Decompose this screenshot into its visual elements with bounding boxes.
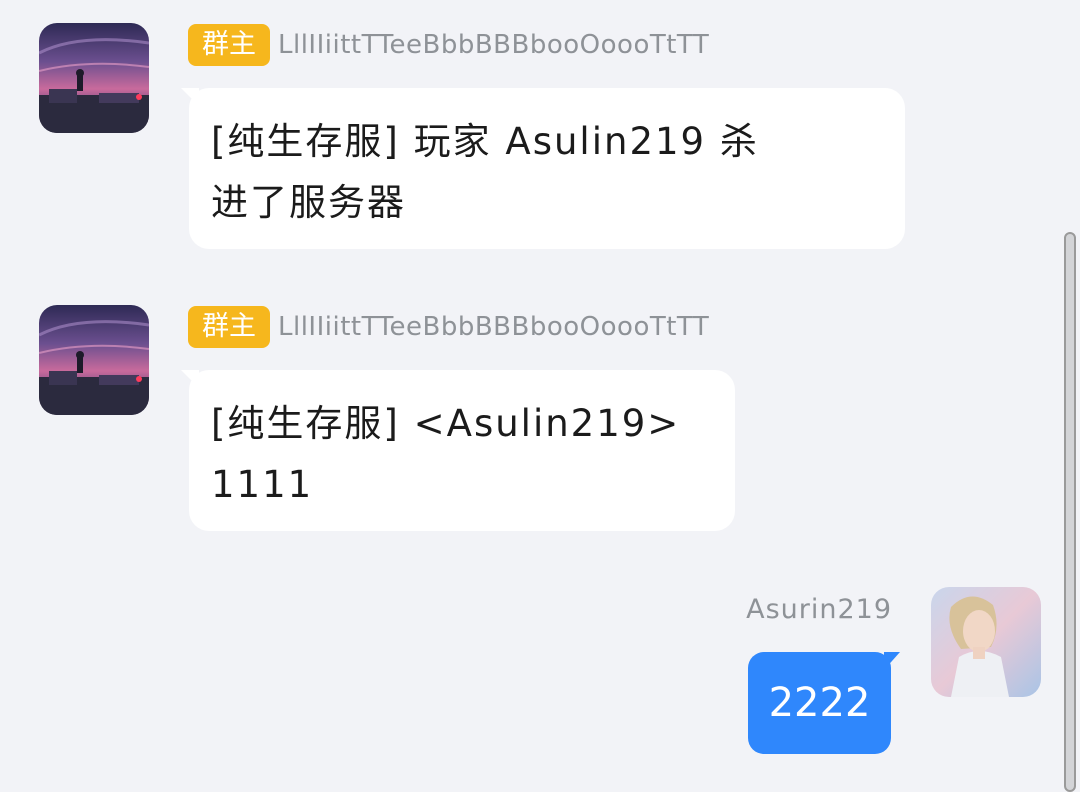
sender-nickname[interactable]: LllIIiittTTeeBbbBBBbooOoooTtTT bbox=[278, 30, 709, 60]
sender-nickname[interactable]: LllIIiittTTeeBbbBBBbooOoooTtTT bbox=[278, 312, 709, 342]
message-bubble[interactable]: [纯生存服] 玩家 Asulin219 杀 进了服务器 bbox=[189, 88, 905, 249]
owner-badge: 群主 bbox=[188, 24, 270, 66]
owner-badge: 群主 bbox=[188, 306, 270, 348]
self-message-bubble[interactable]: 2222 bbox=[748, 652, 891, 754]
sender-avatar[interactable] bbox=[39, 23, 149, 133]
message-bubble[interactable]: [纯生存服] <Asulin219> 1111 bbox=[189, 370, 735, 531]
message-text-line: [纯生存服] <Asulin219> bbox=[211, 402, 681, 445]
message-text-line: 1111 bbox=[211, 463, 314, 506]
sender-meta: 群主 LllIIiittTTeeBbbBBBbooOoooTtTT bbox=[188, 24, 709, 66]
self-avatar[interactable] bbox=[931, 587, 1041, 697]
scrollbar[interactable] bbox=[1064, 232, 1076, 792]
sender-avatar[interactable] bbox=[39, 305, 149, 415]
self-nickname: Asurin219 bbox=[746, 594, 892, 625]
self-message-text: 2222 bbox=[768, 680, 871, 726]
message-text-line: [纯生存服] 玩家 Asulin219 杀 bbox=[211, 120, 759, 163]
message-text-line: 进了服务器 bbox=[211, 181, 406, 224]
sender-meta: 群主 LllIIiittTTeeBbbBBBbooOoooTtTT bbox=[188, 306, 709, 348]
